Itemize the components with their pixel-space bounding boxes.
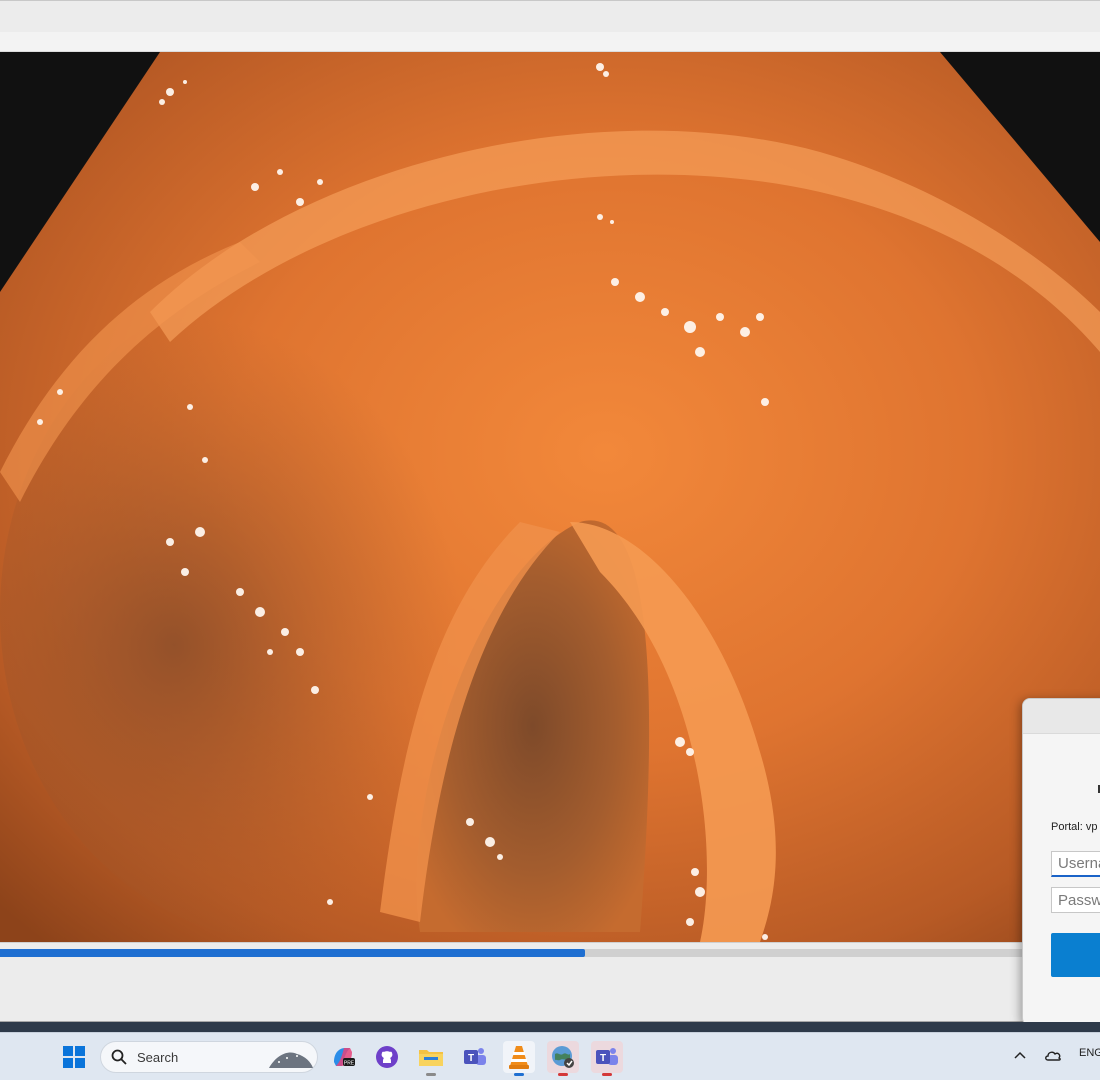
search-icon: [111, 1049, 127, 1065]
svg-text:PRE: PRE: [344, 1061, 355, 1067]
vlc-icon[interactable]: [503, 1041, 535, 1076]
svg-text:T: T: [468, 1053, 474, 1064]
windows-start-icon[interactable]: [58, 1041, 90, 1073]
seek-bar[interactable]: [0, 949, 1100, 957]
endoscopy-video-image: [0, 52, 1100, 942]
window-menubar: [0, 32, 1100, 52]
portal-label: Portal: vp: [1051, 821, 1098, 833]
teams-icon[interactable]: T: [459, 1041, 491, 1073]
globe-vpn-icon[interactable]: [547, 1041, 579, 1076]
teams-icon[interactable]: T: [591, 1041, 623, 1076]
password-input[interactable]: [1051, 887, 1100, 913]
search-placeholder: Search: [137, 1050, 179, 1065]
dialog-titlebar[interactable]: [1023, 699, 1100, 734]
copilot-icon[interactable]: PRE: [327, 1041, 359, 1073]
video-frame[interactable]: [0, 52, 1100, 942]
file-explorer-icon[interactable]: [415, 1041, 447, 1076]
chevron-up-icon[interactable]: [1012, 1047, 1028, 1068]
seek-progress: [0, 949, 586, 957]
window-titlebar: [0, 0, 1100, 32]
github-icon[interactable]: [371, 1041, 403, 1073]
svg-text:T: T: [600, 1053, 606, 1064]
desktop-background-strip: [0, 1022, 1100, 1032]
vpn-login-dialog: Portal: vp: [1022, 698, 1100, 1026]
player-controls: [0, 942, 1100, 1023]
taskbar-search[interactable]: Search: [100, 1041, 318, 1073]
search-highlight-icon: [269, 1052, 313, 1068]
language-indicator[interactable]: ENG: [1079, 1047, 1100, 1059]
username-input[interactable]: [1051, 851, 1100, 877]
onedrive-cloud-icon[interactable]: [1043, 1047, 1063, 1068]
connect-button[interactable]: [1051, 933, 1100, 977]
taskbar: Search PRE T T ENG: [0, 1032, 1100, 1080]
